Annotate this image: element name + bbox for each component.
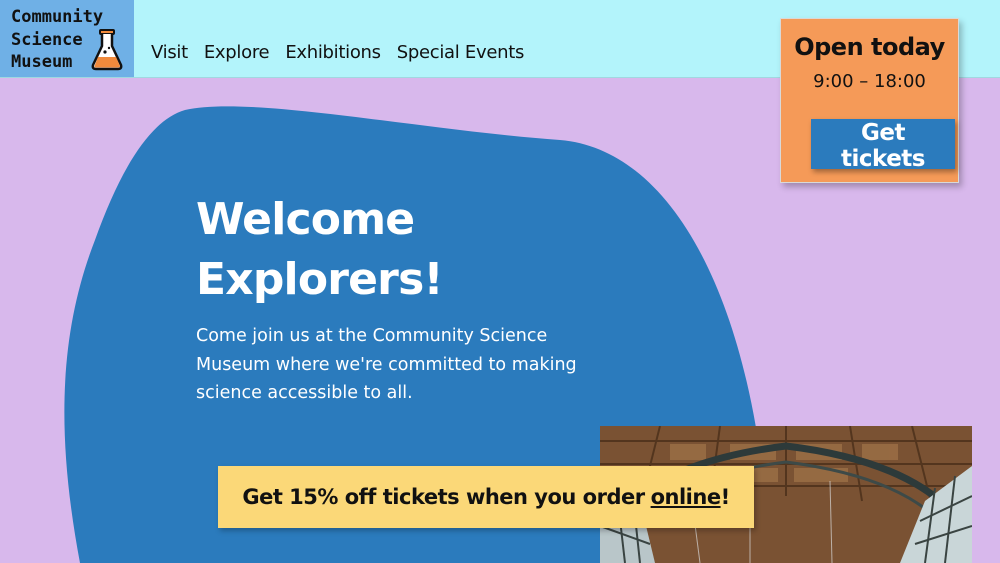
flask-icon <box>91 29 123 71</box>
main-nav: Visit Explore Exhibitions Special Events <box>151 42 524 63</box>
hero-title-line-2: Explorers! <box>196 254 444 305</box>
nav-special-events[interactable]: Special Events <box>397 42 525 63</box>
hero-title: Welcome Explorers! <box>196 190 444 310</box>
museum-logo[interactable]: Community Science Museum <box>0 0 134 77</box>
opening-hours-card: Open today 9:00 – 18:00 Get tickets <box>780 18 959 183</box>
discount-banner: Get 15% off tickets when you order onlin… <box>218 466 754 528</box>
open-today-heading: Open today <box>794 33 945 61</box>
nav-explore[interactable]: Explore <box>204 42 270 63</box>
logo-line-1: Community <box>11 7 104 27</box>
promo-text: Get 15% off tickets when you order <box>242 485 645 509</box>
opening-hours: 9:00 – 18:00 <box>813 71 926 92</box>
get-tickets-button[interactable]: Get tickets <box>811 119 955 172</box>
hero-description: Come join us at the Community Science Mu… <box>196 326 577 403</box>
nav-exhibitions[interactable]: Exhibitions <box>285 42 381 63</box>
order-online-link[interactable]: online <box>651 485 721 509</box>
nav-visit[interactable]: Visit <box>151 42 188 63</box>
promo-exclamation: ! <box>720 485 731 509</box>
hero-title-line-1: Welcome <box>196 194 415 245</box>
